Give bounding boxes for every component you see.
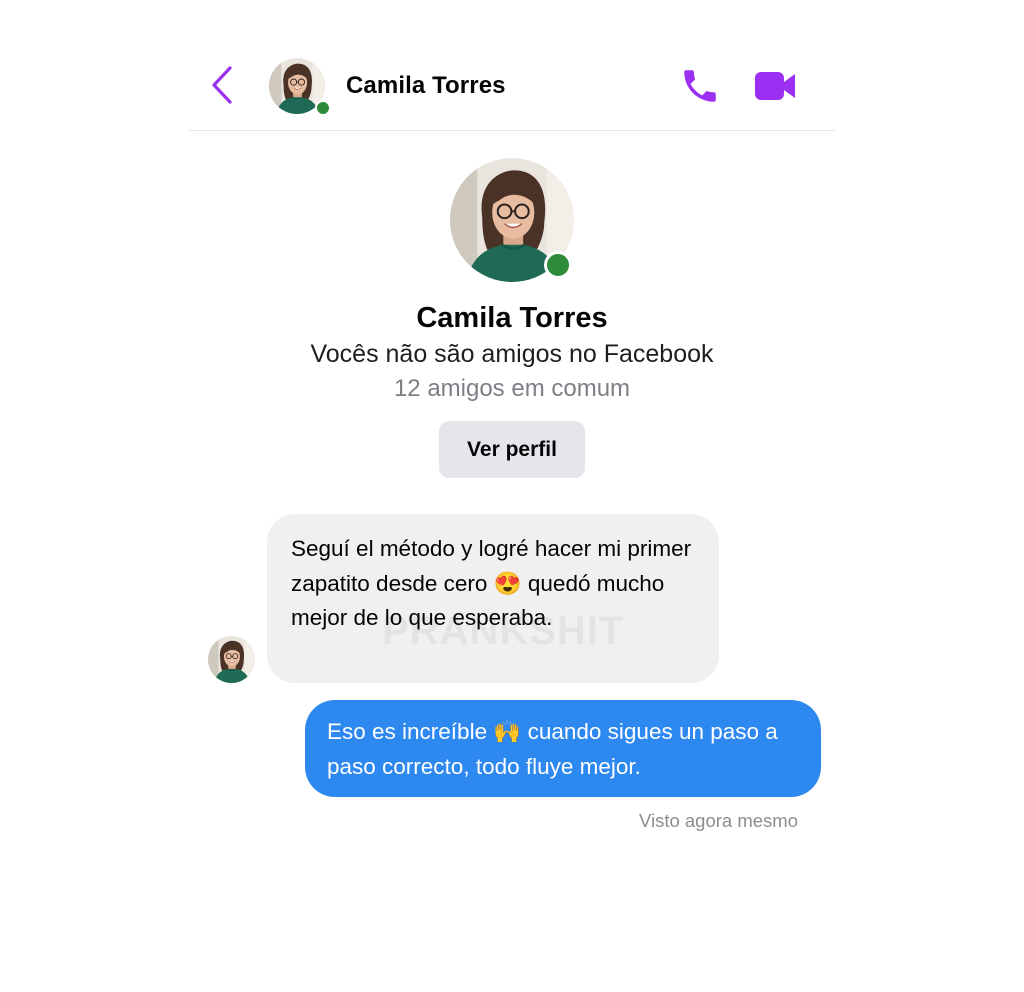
video-camera-icon: [755, 72, 795, 100]
chat-header: Camila Torres: [189, 40, 835, 131]
profile-name: Camila Torres: [416, 302, 608, 334]
outgoing-message-bubble[interactable]: Eso es increíble 🙌 cuando sigues un paso…: [305, 700, 821, 797]
online-status-indicator: [315, 100, 331, 116]
friendship-status: Vocês não são amigos no Facebook: [310, 340, 714, 368]
profile-avatar[interactable]: [450, 158, 574, 282]
contact-name[interactable]: Camila Torres: [346, 72, 506, 100]
video-call-button[interactable]: [753, 66, 797, 106]
message-sender-avatar[interactable]: [208, 636, 255, 683]
chevron-left-icon: [212, 66, 232, 104]
phone-icon: [684, 70, 716, 102]
back-button[interactable]: [207, 64, 237, 106]
contact-avatar[interactable]: [269, 58, 331, 116]
avatar-image: [208, 636, 255, 683]
message-text: Eso es increíble 🙌 cuando sigues un paso…: [327, 719, 778, 779]
online-status-indicator: [544, 251, 572, 279]
view-profile-button[interactable]: Ver perfil: [439, 421, 585, 478]
seen-status: Visto agora mesmo: [638, 810, 798, 831]
incoming-message-bubble[interactable]: Seguí el método y logré hacer mi primer …: [267, 514, 719, 683]
voice-call-button[interactable]: [679, 65, 721, 107]
message-text: Seguí el método y logré hacer mi primer …: [291, 536, 692, 630]
mutual-friends-count: 12 amigos em comum: [393, 375, 631, 402]
